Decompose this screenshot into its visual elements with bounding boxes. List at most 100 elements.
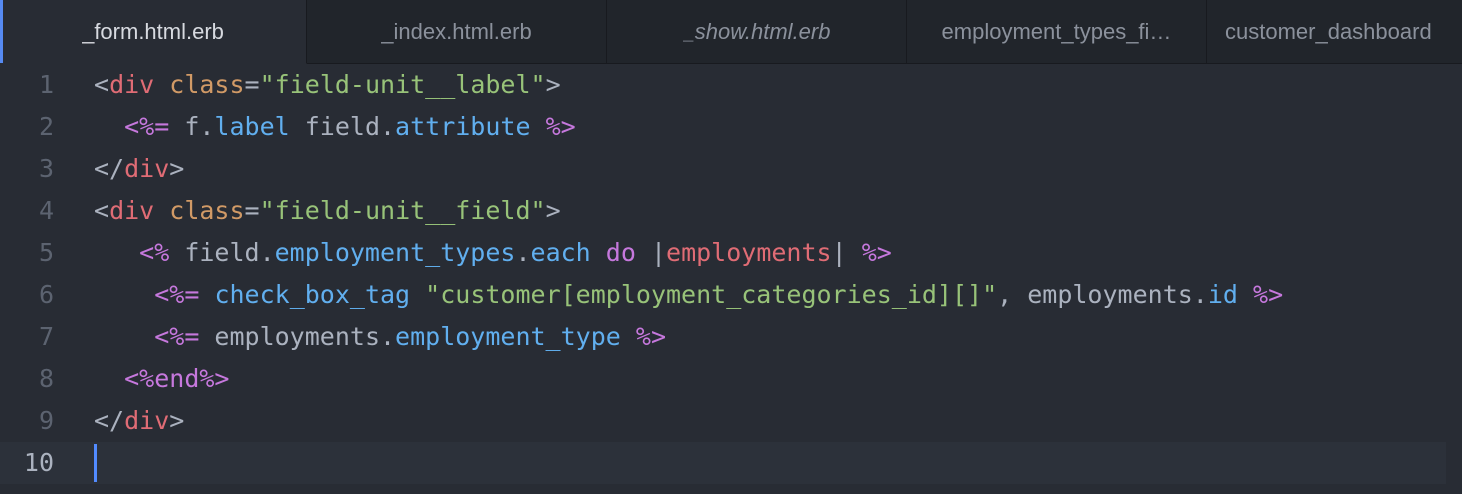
code-token: class	[169, 70, 245, 99]
code-token: >	[169, 406, 185, 435]
code-area[interactable]: 1 <div class="field-unit__label"> 2 <%= f.…	[0, 64, 1462, 494]
code-text: <% field.employment_types.each do |emplo…	[94, 232, 892, 274]
code-line[interactable]: 6 <%= check_box_tag "customer[employment…	[0, 274, 1462, 316]
code-token: </	[94, 406, 125, 435]
code-token: do	[605, 238, 636, 267]
tab-label: customer_dashboard	[1225, 18, 1432, 44]
tab-customer-dashboard[interactable]: customer_dashboard	[1207, 0, 1462, 64]
code-token: "customer[employment_categories_id][]"	[425, 280, 998, 309]
tab-label: employment_types_fi…	[941, 18, 1172, 44]
tab-label: _show.html.erb	[682, 18, 831, 44]
line-number: 6	[38, 280, 54, 309]
code-token: <	[94, 70, 110, 99]
line-number: 3	[38, 154, 54, 183]
code-token: <%	[124, 364, 155, 393]
code-token: |	[635, 238, 667, 267]
code-token: employment_type	[395, 322, 621, 351]
code-token: "field-unit__label"	[259, 70, 546, 99]
code-line[interactable]: 2 <%= f.label field.attribute %>	[0, 106, 1462, 148]
code-token: %>	[1253, 280, 1284, 309]
line-number: 1	[38, 70, 54, 99]
code-line[interactable]: 7 <%= employments.employment_type %>	[0, 316, 1462, 358]
code-line[interactable]: 3 </div>	[0, 148, 1462, 190]
code-text: <%= employments.employment_type %>	[94, 316, 666, 358]
tab-label: _index.html.erb	[381, 18, 532, 44]
code-token: %>	[199, 364, 230, 393]
code-token: attribute	[395, 112, 531, 141]
code-token: >	[169, 154, 185, 183]
code-token: <%=	[124, 112, 170, 141]
code-token: , employments.	[997, 280, 1208, 309]
tab-form-html-erb[interactable]: _form.html.erb	[0, 0, 307, 64]
code-line[interactable]: 5 <% field.employment_types.each do |emp…	[0, 232, 1462, 274]
code-token: =	[244, 70, 260, 99]
code-text: <%= f.label field.attribute %>	[94, 106, 576, 148]
tab-index-html-erb[interactable]: _index.html.erb	[307, 0, 607, 64]
code-editor: _form.html.erb _index.html.erb _show.htm…	[0, 0, 1462, 494]
code-token: "field-unit__field"	[259, 196, 546, 225]
line-number: 2	[38, 112, 54, 141]
line-number: 7	[38, 322, 54, 351]
code-token: employments	[666, 238, 832, 267]
code-token: div	[124, 406, 170, 435]
code-token: class	[169, 196, 245, 225]
code-token: </	[94, 154, 125, 183]
code-line[interactable]: 1 <div class="field-unit__label">	[0, 64, 1462, 106]
code-token: div	[109, 70, 155, 99]
vertical-scrollbar[interactable]	[1446, 64, 1462, 494]
code-token: %>	[861, 238, 892, 267]
code-token: employment_types	[274, 238, 516, 267]
tab-bar: _form.html.erb _index.html.erb _show.htm…	[0, 0, 1462, 64]
code-token: id	[1207, 280, 1238, 309]
tab-show-html-erb[interactable]: _show.html.erb	[607, 0, 907, 64]
code-token: |	[831, 238, 862, 267]
code-token: <%=	[154, 322, 200, 351]
code-line[interactable]: 9 </div>	[0, 400, 1462, 442]
line-number: 10	[23, 448, 54, 477]
code-token: <%	[139, 238, 170, 267]
code-token: %>	[545, 112, 576, 141]
code-line[interactable]: 10	[0, 442, 1446, 484]
line-number: 4	[38, 196, 54, 225]
code-text: <%= check_box_tag "customer[employment_c…	[94, 274, 1283, 316]
line-number: 5	[38, 238, 54, 267]
code-token: .	[515, 238, 531, 267]
code-token: >	[545, 196, 561, 225]
code-token: check_box_tag	[214, 280, 411, 309]
line-number: 8	[38, 364, 54, 393]
code-token: label	[214, 112, 290, 141]
code-token: <%=	[154, 280, 200, 309]
code-token: each	[530, 238, 591, 267]
code-token: f.	[169, 112, 215, 141]
code-text: </div>	[94, 400, 184, 442]
code-token: field.	[289, 112, 396, 141]
code-line[interactable]: 8 <%end%>	[0, 358, 1462, 400]
code-token: <	[94, 196, 110, 225]
code-token: =	[244, 196, 260, 225]
code-text: </div>	[94, 148, 184, 190]
code-token: div	[109, 196, 155, 225]
line-number: 9	[38, 406, 54, 435]
code-text: <div class="field-unit__field">	[94, 190, 561, 232]
code-text: <div class="field-unit__label">	[94, 64, 561, 106]
code-token: employments.	[199, 322, 396, 351]
tab-employment-types[interactable]: employment_types_fi…	[907, 0, 1207, 64]
code-token: field.	[169, 238, 275, 267]
code-line[interactable]: 4 <div class="field-unit__field">	[0, 190, 1462, 232]
code-token: end	[154, 364, 200, 393]
code-token: div	[124, 154, 170, 183]
code-token: %>	[635, 322, 666, 351]
